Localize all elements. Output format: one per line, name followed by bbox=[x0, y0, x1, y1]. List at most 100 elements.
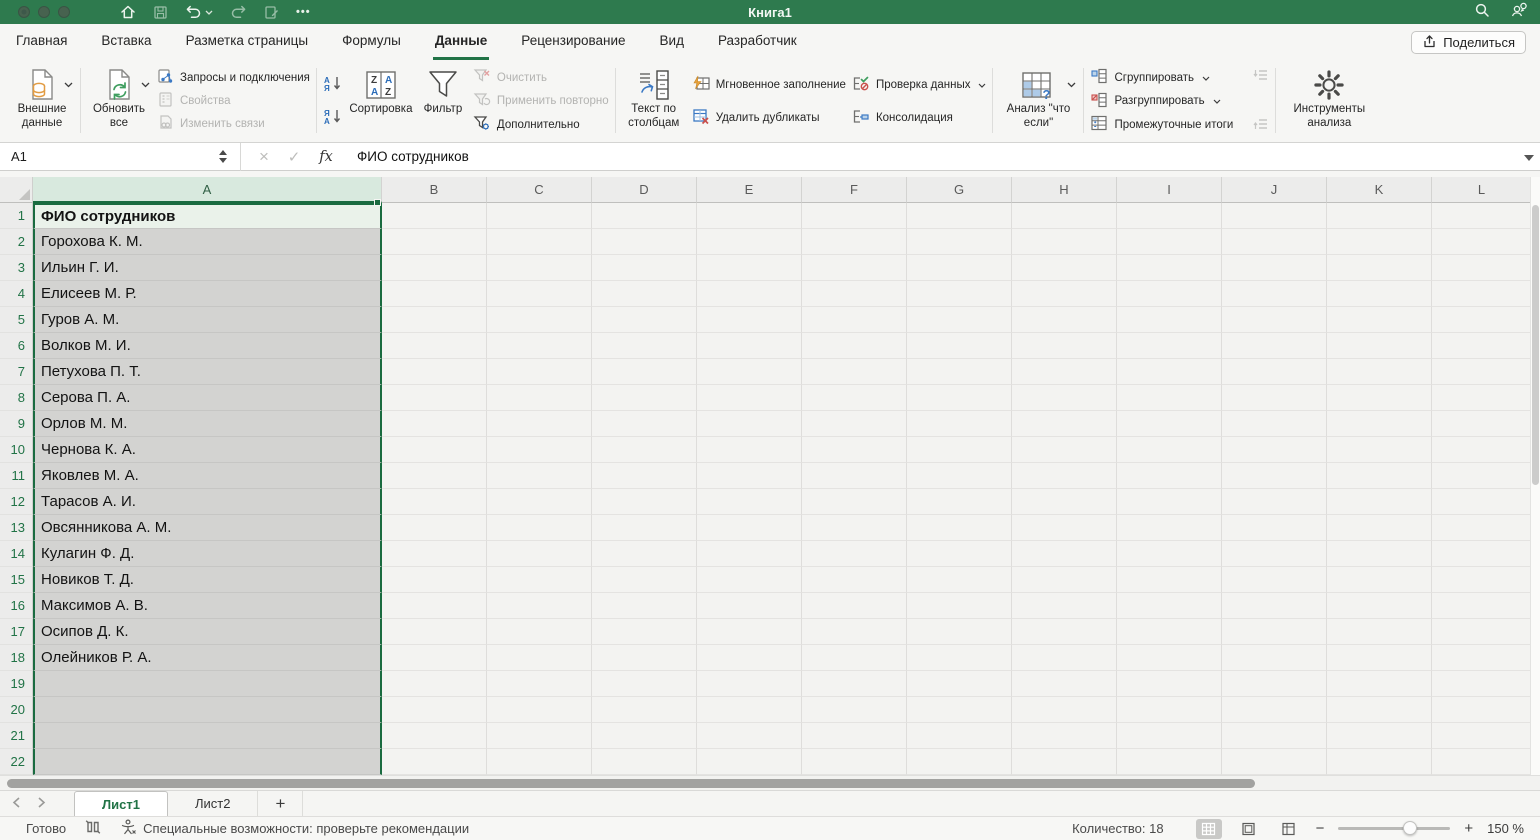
cell-K18[interactable] bbox=[1327, 645, 1432, 671]
cell-L18[interactable] bbox=[1432, 645, 1532, 671]
cell-G20[interactable] bbox=[907, 697, 1012, 723]
cell-J7[interactable] bbox=[1222, 359, 1327, 385]
redo-icon[interactable] bbox=[230, 5, 247, 20]
cell-K14[interactable] bbox=[1327, 541, 1432, 567]
cell-K1[interactable] bbox=[1327, 203, 1432, 229]
name-box-stepper[interactable] bbox=[212, 150, 234, 163]
cell-F20[interactable] bbox=[802, 697, 907, 723]
cell-E14[interactable] bbox=[697, 541, 802, 567]
cell-E1[interactable] bbox=[697, 203, 802, 229]
cell-B5[interactable] bbox=[382, 307, 487, 333]
cell-H19[interactable] bbox=[1012, 671, 1117, 697]
cell-D22[interactable] bbox=[592, 749, 697, 775]
cell-J22[interactable] bbox=[1222, 749, 1327, 775]
cell-G14[interactable] bbox=[907, 541, 1012, 567]
cell-K9[interactable] bbox=[1327, 411, 1432, 437]
cell-K16[interactable] bbox=[1327, 593, 1432, 619]
cell-E13[interactable] bbox=[697, 515, 802, 541]
cell-J1[interactable] bbox=[1222, 203, 1327, 229]
zoom-window-button[interactable] bbox=[58, 6, 70, 18]
cell-D20[interactable] bbox=[592, 697, 697, 723]
cell-A22[interactable] bbox=[33, 749, 382, 775]
cell-A15[interactable]: Новиков Т. Д. bbox=[33, 567, 382, 593]
tab-glavnaya[interactable]: Главная bbox=[14, 24, 69, 60]
search-icon[interactable] bbox=[1474, 2, 1490, 23]
text-to-columns-button[interactable]: Текст по столбцам bbox=[622, 65, 686, 130]
column-header-E[interactable]: E bbox=[697, 177, 802, 203]
zoom-out-button[interactable]: − bbox=[1316, 820, 1325, 837]
queries-connections-button[interactable]: Запросы и подключения bbox=[157, 68, 310, 88]
cell-G15[interactable] bbox=[907, 567, 1012, 593]
home-icon[interactable] bbox=[120, 4, 136, 20]
cell-J21[interactable] bbox=[1222, 723, 1327, 749]
cell-G19[interactable] bbox=[907, 671, 1012, 697]
cell-C4[interactable] bbox=[487, 281, 592, 307]
cell-H21[interactable] bbox=[1012, 723, 1117, 749]
cell-K17[interactable] bbox=[1327, 619, 1432, 645]
cell-E16[interactable] bbox=[697, 593, 802, 619]
cell-G13[interactable] bbox=[907, 515, 1012, 541]
cell-L15[interactable] bbox=[1432, 567, 1532, 593]
cell-B16[interactable] bbox=[382, 593, 487, 619]
cell-E4[interactable] bbox=[697, 281, 802, 307]
add-sheet-button[interactable]: + bbox=[258, 791, 303, 816]
column-header-D[interactable]: D bbox=[592, 177, 697, 203]
row-header-4[interactable]: 4 bbox=[0, 281, 33, 307]
cell-J2[interactable] bbox=[1222, 229, 1327, 255]
cell-E3[interactable] bbox=[697, 255, 802, 281]
cell-F12[interactable] bbox=[802, 489, 907, 515]
cell-B22[interactable] bbox=[382, 749, 487, 775]
cell-J5[interactable] bbox=[1222, 307, 1327, 333]
cell-C14[interactable] bbox=[487, 541, 592, 567]
cell-E9[interactable] bbox=[697, 411, 802, 437]
row-header-13[interactable]: 13 bbox=[0, 515, 33, 541]
cell-I22[interactable] bbox=[1117, 749, 1222, 775]
cell-D18[interactable] bbox=[592, 645, 697, 671]
cell-I13[interactable] bbox=[1117, 515, 1222, 541]
consolidate-button[interactable]: Консолидация bbox=[852, 108, 987, 128]
cell-F15[interactable] bbox=[802, 567, 907, 593]
undo-icon[interactable] bbox=[185, 5, 202, 20]
cell-K2[interactable] bbox=[1327, 229, 1432, 255]
cell-A10[interactable]: Чернова К. А. bbox=[33, 437, 382, 463]
cell-E8[interactable] bbox=[697, 385, 802, 411]
cell-C13[interactable] bbox=[487, 515, 592, 541]
properties-button[interactable]: Свойства bbox=[157, 91, 310, 111]
cell-B18[interactable] bbox=[382, 645, 487, 671]
cell-I4[interactable] bbox=[1117, 281, 1222, 307]
cell-A12[interactable]: Тарасов А. И. bbox=[33, 489, 382, 515]
cell-G4[interactable] bbox=[907, 281, 1012, 307]
page-layout-view-button[interactable] bbox=[1236, 819, 1262, 839]
cell-H17[interactable] bbox=[1012, 619, 1117, 645]
row-header-22[interactable]: 22 bbox=[0, 749, 33, 775]
row-header-5[interactable]: 5 bbox=[0, 307, 33, 333]
cell-D15[interactable] bbox=[592, 567, 697, 593]
cell-D9[interactable] bbox=[592, 411, 697, 437]
data-validation-button[interactable]: Проверка данных bbox=[852, 75, 987, 95]
column-header-L[interactable]: L bbox=[1432, 177, 1532, 203]
cell-F6[interactable] bbox=[802, 333, 907, 359]
cell-A18[interactable]: Олейников Р. А. bbox=[33, 645, 382, 671]
cell-F18[interactable] bbox=[802, 645, 907, 671]
cell-L19[interactable] bbox=[1432, 671, 1532, 697]
cell-I2[interactable] bbox=[1117, 229, 1222, 255]
cell-K13[interactable] bbox=[1327, 515, 1432, 541]
cell-K22[interactable] bbox=[1327, 749, 1432, 775]
cell-B1[interactable] bbox=[382, 203, 487, 229]
cell-G10[interactable] bbox=[907, 437, 1012, 463]
cell-A1[interactable]: ФИО сотрудников bbox=[33, 203, 382, 229]
row-header-7[interactable]: 7 bbox=[0, 359, 33, 385]
cell-E5[interactable] bbox=[697, 307, 802, 333]
cell-F8[interactable] bbox=[802, 385, 907, 411]
cell-K6[interactable] bbox=[1327, 333, 1432, 359]
row-header-12[interactable]: 12 bbox=[0, 489, 33, 515]
cell-I7[interactable] bbox=[1117, 359, 1222, 385]
cell-A8[interactable]: Серова П. А. bbox=[33, 385, 382, 411]
cell-F17[interactable] bbox=[802, 619, 907, 645]
horizontal-scrollbar[interactable] bbox=[0, 775, 1540, 790]
prev-sheet-icon[interactable] bbox=[12, 795, 21, 813]
cell-B3[interactable] bbox=[382, 255, 487, 281]
zoom-slider[interactable] bbox=[1338, 827, 1450, 830]
cell-F16[interactable] bbox=[802, 593, 907, 619]
cell-F21[interactable] bbox=[802, 723, 907, 749]
